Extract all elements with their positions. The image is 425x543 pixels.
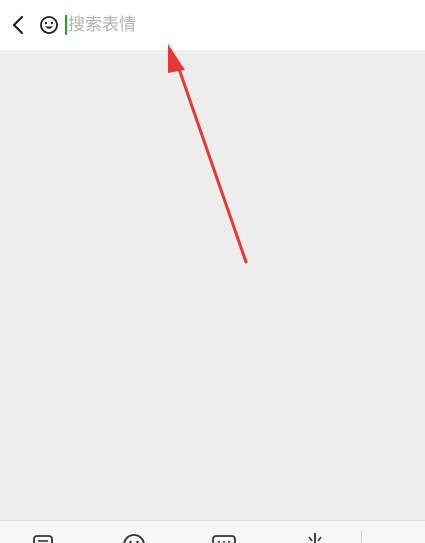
search-input[interactable] bbox=[68, 15, 368, 35]
text-caret bbox=[65, 15, 67, 35]
search-header bbox=[0, 0, 425, 50]
toolbar-divider bbox=[361, 531, 362, 543]
search-field[interactable] bbox=[65, 12, 405, 38]
chevron-left-icon bbox=[12, 15, 24, 35]
bottom-toolbar bbox=[0, 520, 425, 543]
emoji-button[interactable] bbox=[38, 14, 60, 36]
smiley-icon bbox=[40, 16, 58, 34]
back-button[interactable] bbox=[7, 13, 29, 37]
sticker-content-area bbox=[0, 50, 425, 520]
